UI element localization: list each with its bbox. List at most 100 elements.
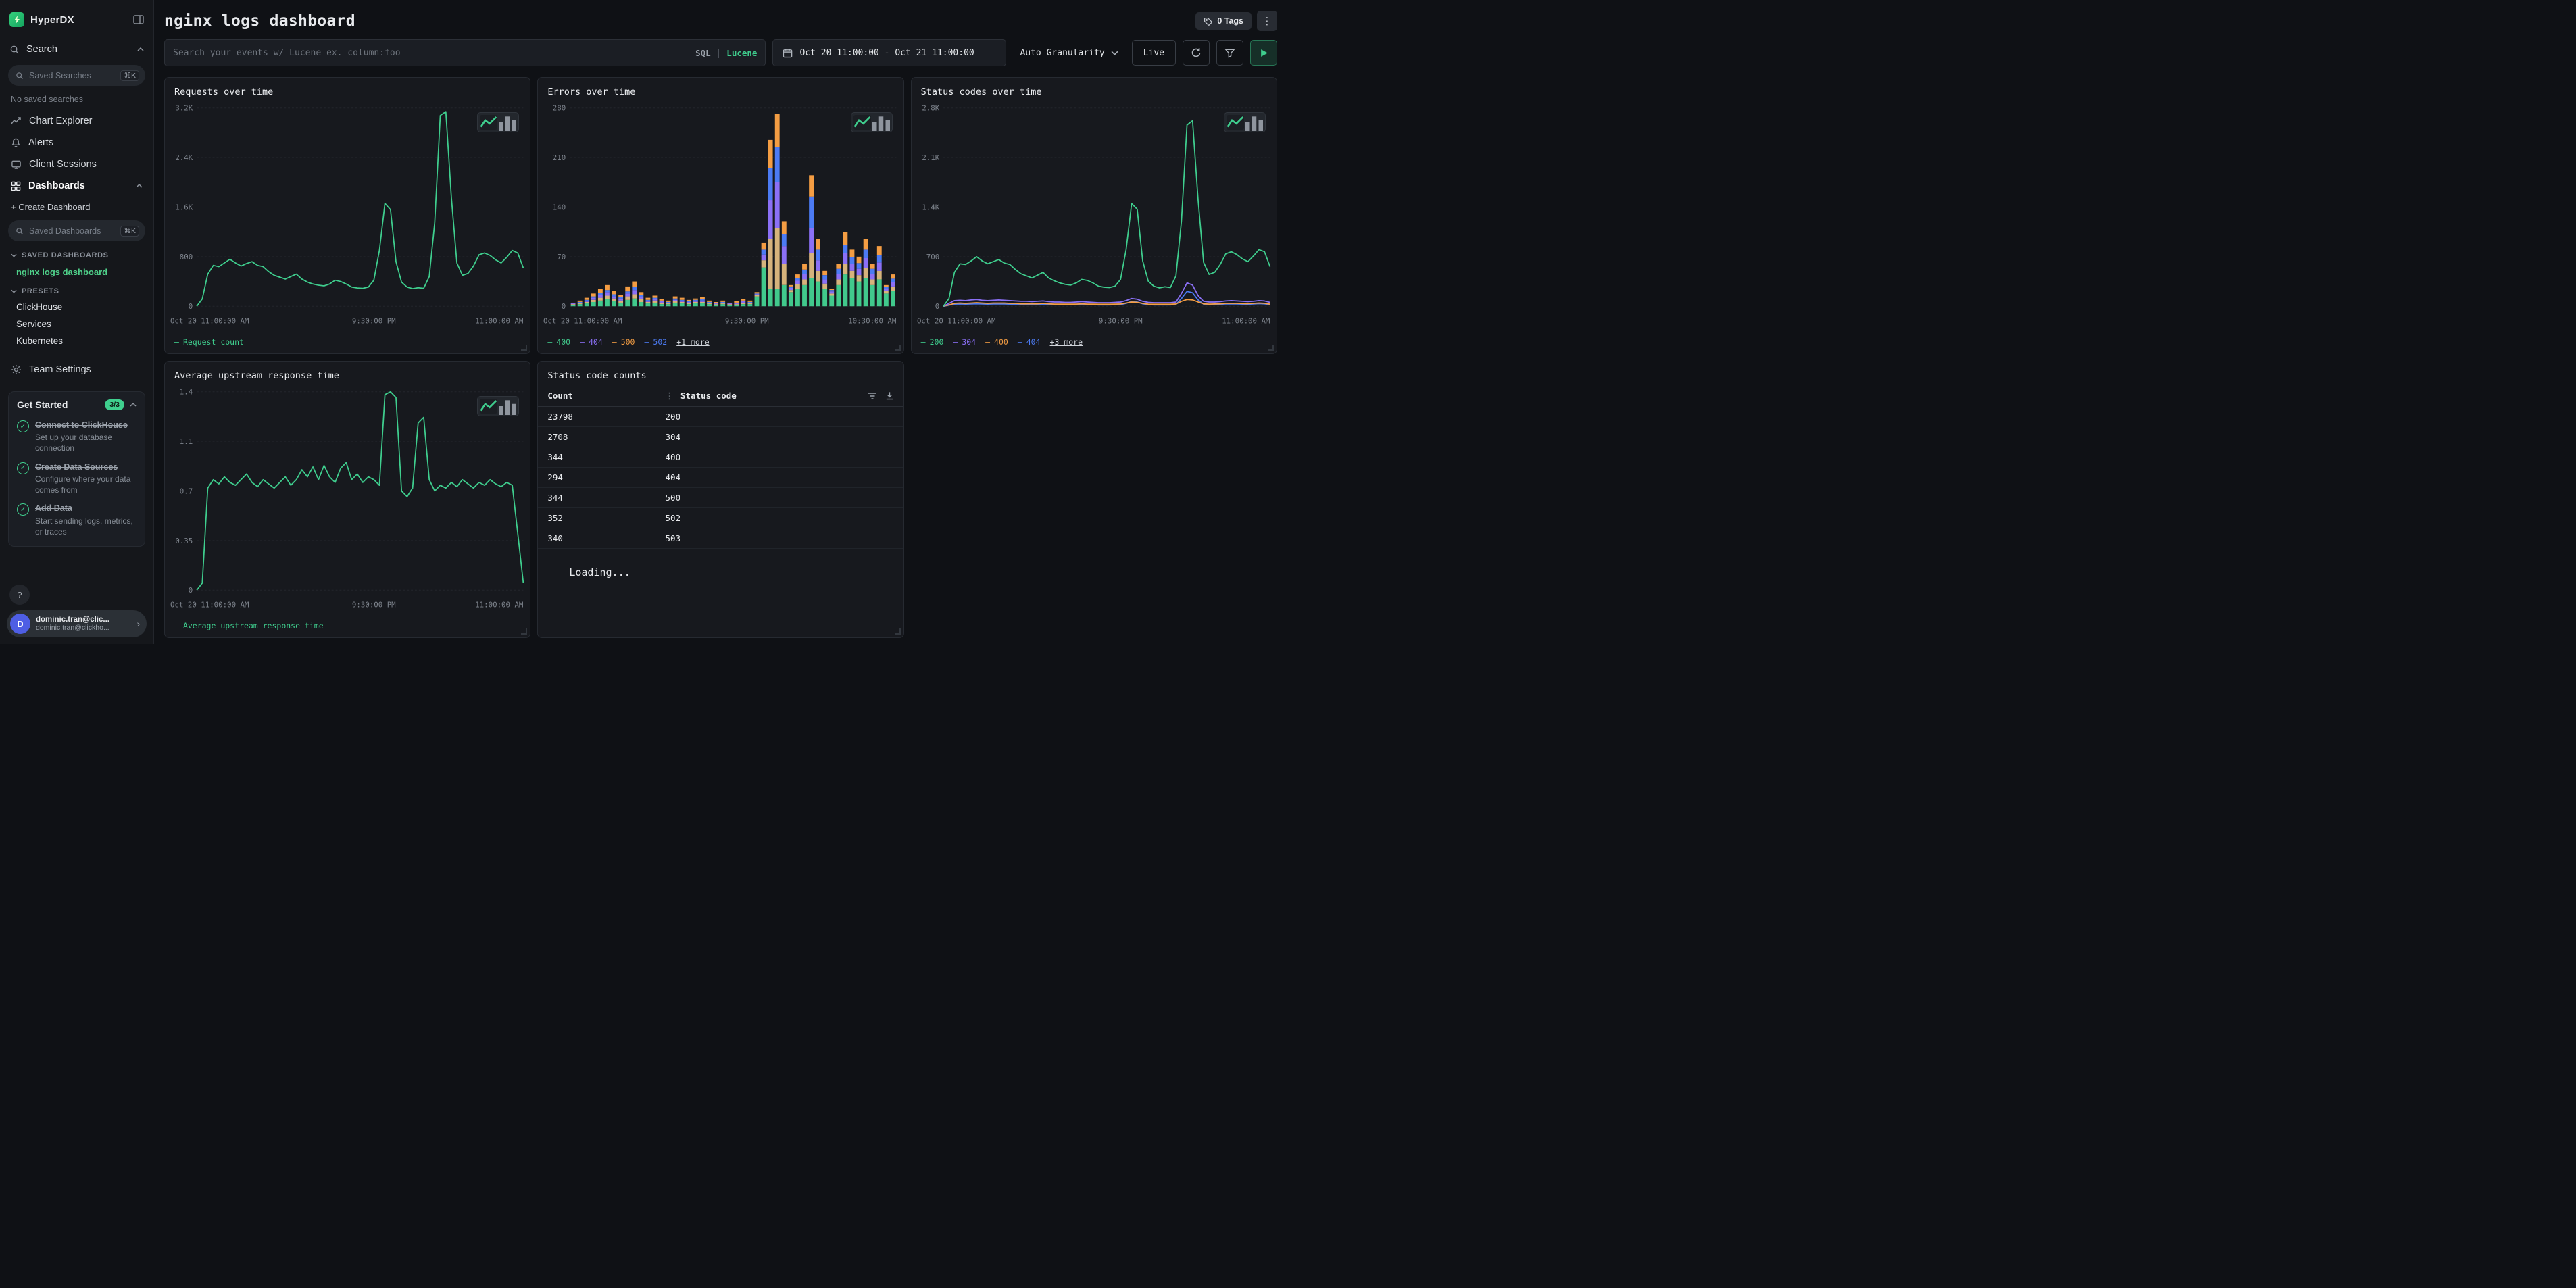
sidebar-item-services[interactable]: Services — [0, 316, 153, 332]
help-button[interactable]: ? — [9, 585, 30, 605]
chart-type-toggle[interactable] — [1224, 112, 1266, 132]
table-row[interactable]: 352502 — [538, 508, 903, 528]
collapse-sidebar-icon[interactable] — [133, 15, 144, 24]
user-email: dominic.tran@clickho... — [36, 624, 131, 632]
bar-chart-icon[interactable] — [1245, 115, 1263, 130]
user-menu[interactable]: D dominic.tran@clic... dominic.tran@clic… — [7, 610, 147, 637]
sidebar-item-team-settings[interactable]: Team Settings — [0, 359, 153, 380]
errors-stacked-bar-chart[interactable]: 280210140700Oct 20 11:00:00 AM9:30:00 PM… — [542, 100, 899, 330]
table-row[interactable]: 344400 — [538, 447, 903, 468]
sidebar-item-chart-explorer[interactable]: Chart Explorer — [0, 110, 153, 132]
dashboards-grid-icon — [11, 181, 21, 191]
chart-type-toggle[interactable] — [477, 396, 519, 416]
controls-bar: Search your events w/ Lucene ex. column:… — [154, 39, 1288, 77]
svg-text:Oct 20 11:00:00 AM: Oct 20 11:00:00 AM — [170, 601, 249, 610]
date-range-picker[interactable]: Oct 20 11:00:00 - Oct 21 11:00:00 — [772, 39, 1006, 66]
loading-text: Loading... — [538, 549, 903, 578]
saved-searches-input[interactable]: Saved Searches ⌘K — [8, 65, 145, 86]
chart-type-toggle[interactable] — [851, 112, 893, 132]
bar-chart-icon[interactable] — [872, 115, 890, 130]
saved-dashboards-section-header[interactable]: SAVED DASHBOARDS — [0, 245, 153, 263]
svg-text:11:00:00 AM: 11:00:00 AM — [475, 317, 524, 326]
shortcut-badge: ⌘K — [120, 226, 139, 237]
chart-card-average-upstream-response-time[interactable]: Average upstream response time 1.41.10.7… — [164, 361, 530, 638]
legend-more-link[interactable]: +3 more — [1050, 337, 1083, 347]
svg-text:Oct 20 11:00:00 AM: Oct 20 11:00:00 AM — [917, 317, 996, 326]
column-header-status-code[interactable]: Status code — [680, 391, 737, 401]
chevron-right-icon: › — [137, 618, 140, 629]
chart-card-status-codes-over-time[interactable]: Status codes over time 2.8K2.1K1.4K7000O… — [911, 77, 1277, 354]
chart-card-requests-over-time[interactable]: Requests over time 3.2K2.4K1.6K8000Oct 2… — [164, 77, 530, 354]
table-card-status-code-counts[interactable]: Status code counts Count ⋮ Status code 2… — [537, 361, 903, 638]
legend-item: —404 — [1018, 337, 1041, 347]
sidebar-section-search[interactable]: Search — [0, 38, 153, 61]
refresh-button[interactable] — [1183, 40, 1210, 66]
filter-button[interactable] — [1216, 40, 1243, 66]
line-chart-icon[interactable] — [1227, 115, 1244, 130]
svg-text:Oct 20 11:00:00 AM: Oct 20 11:00:00 AM — [170, 317, 249, 326]
sidebar-item-kubernetes[interactable]: Kubernetes — [0, 332, 153, 349]
column-header-count[interactable]: Count — [547, 391, 665, 401]
get-started-header[interactable]: Get Started 3/3 — [17, 399, 137, 410]
line-chart-icon[interactable] — [480, 399, 497, 414]
chevron-down-icon — [11, 253, 17, 257]
chevron-up-icon[interactable] — [136, 184, 143, 188]
legend-item: —Average upstream response time — [174, 621, 324, 630]
page-title: nginx logs dashboard — [164, 12, 1195, 30]
saved-dashboards-input[interactable]: Saved Dashboards ⌘K — [8, 220, 145, 241]
sidebar-item-clickhouse[interactable]: ClickHouse — [0, 299, 153, 316]
cell-status-code: 502 — [666, 513, 681, 523]
svg-text:210: 210 — [553, 153, 566, 162]
saved-dashboards-placeholder: Saved Dashboards — [29, 226, 115, 236]
requests-line-chart[interactable]: 3.2K2.4K1.6K8000Oct 20 11:00:00 AM9:30:0… — [169, 100, 526, 330]
table-row[interactable]: 294404 — [538, 468, 903, 488]
live-button[interactable]: Live — [1132, 40, 1176, 66]
get-started-item[interactable]: ✓ Add Data Start sending logs, metrics, … — [17, 499, 137, 541]
status-codes-line-chart[interactable]: 2.8K2.1K1.4K7000Oct 20 11:00:00 AM9:30:0… — [916, 100, 1272, 330]
sidebar-item-client-sessions[interactable]: Client Sessions — [0, 153, 153, 175]
chart-type-toggle[interactable] — [477, 112, 519, 132]
legend-more-link[interactable]: +1 more — [676, 337, 709, 347]
cell-count: 2708 — [547, 432, 665, 442]
get-started-item[interactable]: ✓ Connect to ClickHouse Set up your data… — [17, 416, 137, 457]
sidebar-item-label: Team Settings — [29, 364, 91, 375]
column-resize-grip[interactable]: ⋮ — [666, 391, 674, 401]
presets-section-header[interactable]: PRESETS — [0, 281, 153, 299]
table-row[interactable]: 340503 — [538, 528, 903, 549]
sidebar-item-alerts[interactable]: Alerts — [0, 132, 153, 153]
search-placeholder: Search your events w/ Lucene ex. column:… — [173, 48, 689, 58]
tags-button[interactable]: 0 Tags — [1195, 12, 1252, 30]
table-row[interactable]: 23798200 — [538, 407, 903, 427]
chevron-up-icon[interactable] — [130, 403, 137, 407]
kebab-menu-button[interactable]: ⋮ — [1257, 11, 1277, 31]
sql-mode-toggle[interactable]: SQL — [695, 48, 711, 58]
sidebar-item-nginx-logs-dashboard[interactable]: nginx logs dashboard — [0, 263, 153, 281]
svg-text:0: 0 — [189, 302, 193, 311]
line-chart-icon[interactable] — [853, 115, 871, 130]
create-dashboard-button[interactable]: + Create Dashboard — [0, 197, 153, 216]
cell-count: 23798 — [547, 412, 665, 422]
download-icon[interactable] — [885, 391, 894, 400]
lucene-mode-toggle[interactable]: Lucene — [726, 48, 757, 58]
get-started-item[interactable]: ✓ Create Data Sources Configure where yo… — [17, 457, 137, 499]
upstream-response-line-chart[interactable]: 1.41.10.70.350Oct 20 11:00:00 AM9:30:00 … — [169, 384, 526, 614]
line-chart-icon[interactable] — [480, 115, 497, 130]
filter-rows-icon[interactable] — [868, 392, 877, 400]
table-row[interactable]: 344500 — [538, 488, 903, 508]
bar-chart-icon[interactable] — [499, 115, 516, 130]
search-icon — [16, 72, 24, 80]
chart-card-errors-over-time[interactable]: Errors over time 280210140700Oct 20 11:0… — [537, 77, 903, 354]
cell-count: 344 — [547, 452, 665, 462]
svg-text:0: 0 — [189, 586, 193, 595]
bar-chart-icon[interactable] — [499, 399, 516, 414]
dashboard-grid: Requests over time 3.2K2.4K1.6K8000Oct 2… — [154, 77, 1288, 645]
svg-text:1.4K: 1.4K — [922, 203, 939, 212]
sidebar-item-dashboards[interactable]: Dashboards — [0, 175, 153, 197]
run-query-button[interactable] — [1250, 40, 1277, 66]
shortcut-badge: ⌘K — [120, 70, 139, 81]
chevron-up-icon[interactable] — [137, 47, 144, 51]
table-row[interactable]: 2708304 — [538, 427, 903, 447]
event-search-input[interactable]: Search your events w/ Lucene ex. column:… — [164, 39, 766, 66]
granularity-select[interactable]: Auto Granularity — [1013, 48, 1124, 58]
no-saved-searches-text: No saved searches — [0, 90, 153, 110]
